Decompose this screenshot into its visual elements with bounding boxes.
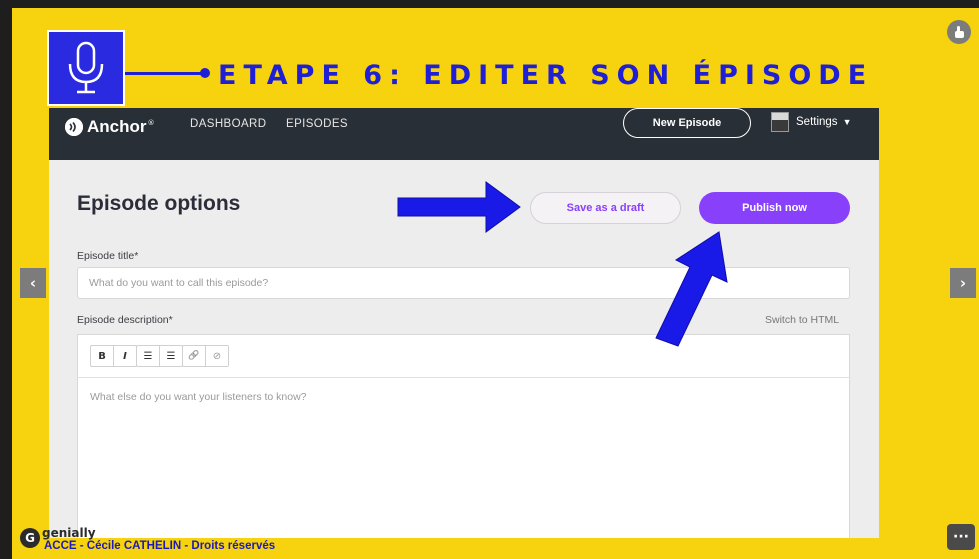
microphone-badge [47, 30, 125, 106]
title-connector-line [125, 72, 205, 75]
episode-title-label: Episode title* [77, 250, 139, 262]
episode-description-label: Episode description* [77, 314, 173, 326]
title-connector-dot [200, 68, 210, 78]
save-draft-button[interactable]: Save as a draft [530, 192, 681, 224]
hand-pointer-icon [955, 26, 964, 38]
format-group: B I [90, 345, 137, 367]
list-group: ☰ ☰ [136, 345, 183, 367]
footer-credit: ACCE - Cécile CATHELIN - Droits réservés [44, 540, 276, 552]
window-left-edge [0, 0, 12, 559]
description-placeholder: What else do you want your listeners to … [90, 391, 307, 403]
episode-description-editor[interactable]: B I ☰ ☰ 🔗 ⊘ What else do you want your l… [77, 334, 850, 538]
anchor-logo-icon [65, 118, 83, 136]
settings-menu[interactable]: Settings ▼ [771, 112, 851, 132]
italic-button[interactable]: I [113, 346, 136, 366]
link-icon[interactable]: 🔗 [183, 346, 205, 366]
new-episode-button[interactable]: New Episode [623, 108, 751, 138]
switch-to-html-link[interactable]: Switch to HTML [765, 314, 839, 326]
interactivity-button[interactable] [947, 20, 971, 44]
numbered-list-icon[interactable]: ☰ [159, 346, 182, 366]
unlink-icon[interactable]: ⊘ [205, 346, 228, 366]
microphone-icon [68, 41, 104, 94]
chevron-left-icon: ‹ [29, 274, 37, 292]
nav-dashboard-link[interactable]: DASHBOARD [190, 118, 266, 130]
chevron-right-icon: › [959, 274, 967, 292]
publish-now-button[interactable]: Publish now [699, 192, 850, 224]
caret-down-icon: ▼ [842, 117, 852, 127]
anchor-top-nav: Anchor ® DASHBOARD EPISODES New Episode … [49, 108, 879, 160]
bullet-list-icon[interactable]: ☰ [137, 346, 159, 366]
prev-slide-button[interactable]: ‹ [20, 268, 46, 298]
genially-logo-icon[interactable]: G [20, 528, 40, 548]
episode-title-input[interactable]: What do you want to call this episode? [77, 267, 850, 299]
bold-button[interactable]: B [91, 346, 113, 366]
anchor-logo[interactable]: Anchor ® [65, 116, 155, 138]
avatar [771, 112, 789, 132]
anchor-logo-text: Anchor [87, 117, 147, 136]
editor-toolbar: B I ☰ ☰ 🔗 ⊘ [78, 335, 849, 378]
slide-title: ETAPE 6: EDITER SON ÉPISODE [218, 60, 874, 91]
page-heading: Episode options [77, 192, 241, 215]
window-top-edge [0, 0, 979, 8]
more-options-button[interactable]: ··· [947, 524, 975, 550]
settings-label: Settings [796, 116, 838, 128]
anchor-logo-registered: ® [147, 119, 155, 127]
next-slide-button[interactable]: › [950, 268, 976, 298]
anchor-app-screenshot: Anchor ® DASHBOARD EPISODES New Episode … [49, 108, 879, 538]
more-dots-icon: ··· [953, 529, 969, 545]
footer-brand: genially [42, 526, 96, 540]
nav-episodes-link[interactable]: EPISODES [286, 118, 348, 130]
link-group: 🔗 ⊘ [182, 345, 229, 367]
